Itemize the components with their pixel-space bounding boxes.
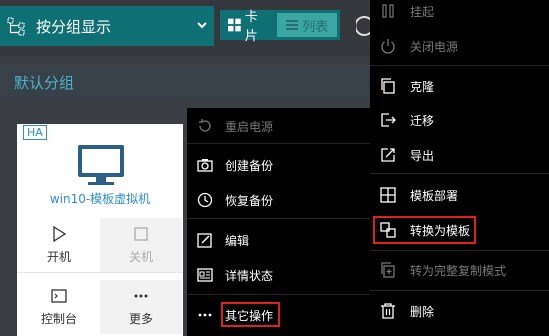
menu-divider (370, 173, 549, 174)
menu-item-template-deploy[interactable]: 模板部署 (370, 180, 549, 210)
restart-power-label: 重启电源 (225, 119, 274, 134)
card-divider (17, 272, 183, 273)
card-view-button[interactable]: 卡片 (223, 10, 273, 44)
migrate-label: 迁移 (410, 113, 435, 128)
grid-icon (380, 187, 396, 203)
tree-structure-icon (7, 17, 25, 36)
export-label: 导出 (410, 148, 435, 163)
start-button[interactable]: 开机 (18, 218, 100, 272)
menu-item-export[interactable]: 导出 (370, 140, 549, 170)
detail-status-label: 详情状态 (225, 268, 274, 283)
more-button[interactable]: 更多 (100, 280, 182, 334)
group-display-label: 按分组显示 (36, 17, 112, 36)
camera-icon (197, 159, 213, 172)
export-icon (381, 148, 395, 162)
migrate-icon (381, 113, 396, 127)
menu-item-clone[interactable]: 克隆 (370, 71, 549, 101)
shutdown-button[interactable]: 关机 (100, 218, 182, 272)
menu-item-power-off: 关闭电源 (370, 31, 549, 61)
ellipsis-icon (134, 294, 148, 297)
pause-icon (382, 4, 394, 18)
console-button[interactable]: 控制台 (18, 280, 100, 334)
menu-item-detail-status[interactable]: 详情状态 (187, 260, 370, 290)
menu-divider (370, 250, 549, 251)
list-view-button[interactable]: 列表 (277, 13, 337, 37)
more-label: 更多 (128, 311, 153, 326)
ha-badge: HA (23, 125, 47, 140)
edit-icon (197, 233, 212, 248)
menu-item-migrate[interactable]: 迁移 (370, 105, 549, 135)
menu-divider (187, 218, 370, 219)
create-backup-label: 创建备份 (225, 158, 274, 173)
template-deploy-label: 模板部署 (410, 188, 459, 203)
group-display-select[interactable]: 按分组显示 (0, 6, 214, 46)
menu-item-suspend: 挂起 (370, 0, 549, 26)
list-icon (286, 20, 299, 30)
menu-divider (370, 290, 549, 291)
view-toggle: 卡片 列表 (220, 10, 340, 44)
menu-item-restore-backup[interactable]: 恢复备份 (187, 185, 370, 215)
vm-name[interactable]: win10-模板虚拟机 (17, 190, 183, 207)
menu-item-restart-power: 重启电源 (187, 111, 370, 141)
suspend-label: 挂起 (410, 4, 435, 19)
restore-backup-label: 恢复备份 (225, 193, 274, 208)
menu-divider (187, 143, 370, 144)
group-title: 默认分组 (0, 66, 214, 98)
power-off-label: 关闭电源 (410, 39, 459, 54)
menu-item-edit[interactable]: 编辑 (187, 225, 370, 255)
menu-item-delete[interactable]: 删除 (370, 296, 549, 326)
play-icon (53, 225, 67, 242)
menu-item-convert-full-copy: 转为完整复制模式 (370, 255, 549, 285)
highlight-box (373, 216, 476, 244)
delete-label: 删除 (410, 304, 435, 319)
start-label: 开机 (46, 249, 71, 264)
ellipsis-icon (198, 313, 212, 317)
detail-card-icon (197, 268, 213, 282)
list-view-label: 列表 (302, 19, 329, 35)
card-view-label: 卡片 (244, 10, 258, 44)
restart-icon (199, 119, 211, 132)
menu-item-create-backup[interactable]: 创建备份 (187, 150, 370, 180)
grid-icon (228, 18, 241, 32)
highlight-box (221, 302, 280, 327)
power-icon (381, 39, 395, 54)
full-copy-icon (381, 262, 395, 278)
shutdown-label: 关机 (128, 249, 153, 264)
menu-divider (187, 294, 370, 295)
menu-divider (370, 65, 549, 66)
history-icon (197, 192, 213, 208)
console-icon (51, 288, 67, 303)
trash-icon (381, 303, 395, 319)
convert-full-copy-label: 转为完整复制模式 (410, 263, 507, 278)
clone-label: 克隆 (410, 79, 435, 94)
stop-icon (134, 226, 148, 241)
chevron-down-icon (197, 22, 207, 29)
console-label: 控制台 (40, 311, 77, 326)
copy-icon (381, 78, 395, 94)
edit-label: 编辑 (225, 233, 250, 248)
monitor-icon (78, 145, 124, 185)
